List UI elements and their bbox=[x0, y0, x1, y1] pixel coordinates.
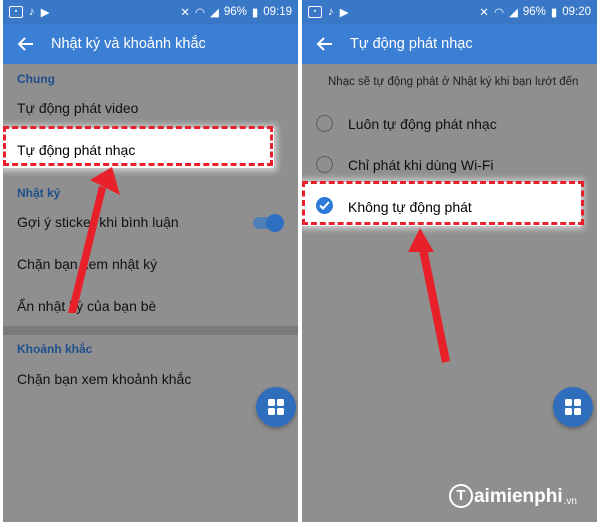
battery-icon: ▮ bbox=[550, 7, 558, 19]
watermark-brand: aimienphi bbox=[473, 486, 563, 507]
battery-percent: 96% bbox=[522, 6, 546, 18]
status-bar: ▪ ♪ ▶ ✕ ◠ ◢ 96% ▮ 09:20 bbox=[302, 0, 597, 24]
battery-percent: 96% bbox=[223, 6, 247, 18]
back-arrow-icon[interactable] bbox=[316, 35, 334, 53]
section-header-moment: Khoảnh khắc bbox=[17, 342, 93, 356]
clock: 09:20 bbox=[562, 6, 591, 18]
signal-icon: ◢ bbox=[508, 7, 518, 19]
battery-icon: ▮ bbox=[251, 7, 259, 19]
app-bar: Tự động phát nhạc bbox=[302, 24, 597, 64]
watermark-logo: T bbox=[448, 484, 473, 508]
app-notification-icon: ▪ bbox=[308, 6, 322, 18]
status-bar: ▪ ♪ ▶ ✕ ◠ ◢ 96% ▮ 09:19 bbox=[3, 0, 298, 24]
watermark: T aimienphi .vn bbox=[448, 484, 577, 508]
right-phone-screen: ▪ ♪ ▶ ✕ ◠ ◢ 96% ▮ 09:20 Tự động phát nhạ… bbox=[302, 0, 597, 522]
page-title: Tự động phát nhạc bbox=[350, 36, 473, 52]
left-phone-screen: ▪ ♪ ▶ ✕ ◠ ◢ 96% ▮ 09:19 Nhật ký và khoản… bbox=[3, 0, 298, 522]
back-arrow-icon[interactable] bbox=[17, 35, 35, 53]
setting-block-diary[interactable]: Chặn bạn xem nhật ký bbox=[17, 256, 157, 272]
wifi-icon: ◠ bbox=[493, 7, 504, 19]
music-note-icon: ♪ bbox=[29, 6, 35, 18]
section-divider bbox=[3, 326, 298, 335]
autoplay-description: Nhạc sẽ tự động phát ở Nhật ký khi bạn l… bbox=[328, 76, 579, 88]
settings-list: Chung Tự động phát video Tự động phát nh… bbox=[3, 64, 298, 522]
media-icon: ▶ bbox=[339, 7, 349, 19]
highlight-dashed-box bbox=[302, 181, 584, 225]
mute-icon: ✕ bbox=[479, 7, 489, 19]
section-header-general: Chung bbox=[17, 72, 55, 86]
option-list: Nhạc sẽ tự động phát ở Nhật ký khi bạn l… bbox=[302, 64, 597, 522]
setting-hide-diary[interactable]: Ẩn nhật ký của bạn bè bbox=[17, 298, 156, 314]
clock: 09:19 bbox=[263, 6, 292, 18]
setting-autoplay-video[interactable]: Tự động phát video bbox=[17, 100, 138, 116]
app-bar: Nhật ký và khoảnh khắc bbox=[3, 24, 298, 64]
app-notification-icon: ▪ bbox=[9, 6, 23, 18]
radio-always-icon[interactable] bbox=[316, 115, 333, 132]
setting-block-moment[interactable]: Chặn bạn xem khoảnh khắc bbox=[17, 371, 191, 387]
signal-icon: ◢ bbox=[209, 7, 219, 19]
media-icon: ▶ bbox=[40, 7, 50, 19]
setting-sticker-suggest[interactable]: Gợi ý sticker khi bình luận bbox=[17, 214, 179, 230]
watermark-tld: .vn bbox=[563, 496, 577, 507]
grid-fab-button[interactable] bbox=[256, 387, 296, 427]
page-title: Nhật ký và khoảnh khắc bbox=[51, 36, 206, 52]
sticker-toggle[interactable] bbox=[253, 214, 284, 232]
section-header-diary: Nhật ký bbox=[17, 186, 61, 200]
radio-wifi-only-icon[interactable] bbox=[316, 156, 333, 173]
wifi-icon: ◠ bbox=[194, 7, 205, 19]
music-note-icon: ♪ bbox=[328, 6, 334, 18]
mute-icon: ✕ bbox=[180, 7, 190, 19]
option-wifi-only[interactable]: Chỉ phát khi dùng Wi-Fi bbox=[348, 157, 494, 173]
grid-fab-button[interactable] bbox=[553, 387, 593, 427]
option-always[interactable]: Luôn tự động phát nhạc bbox=[348, 116, 497, 132]
highlight-dashed-box bbox=[3, 126, 273, 166]
